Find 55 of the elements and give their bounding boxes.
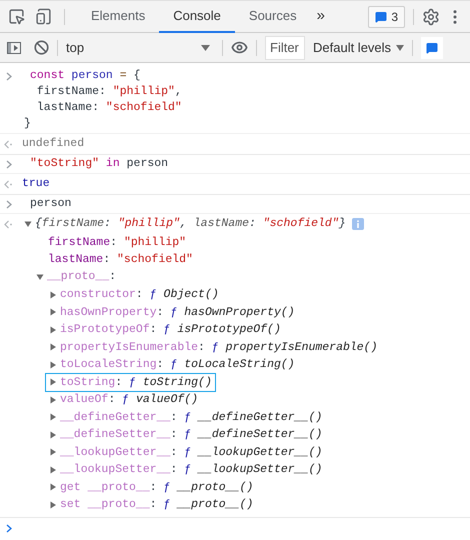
more-tabs-button[interactable]: » <box>312 5 329 28</box>
prompt-icon <box>6 160 12 168</box>
expand-triangle-icon[interactable] <box>49 396 57 404</box>
result-value: undefined <box>22 136 84 152</box>
prompt-icon <box>6 524 12 533</box>
prototype-member[interactable]: valueOf: ƒ valueOf() <box>46 391 202 408</box>
result-arrow-icon <box>4 180 13 188</box>
device-icon[interactable] <box>35 8 52 25</box>
panel-tab[interactable]: Elements <box>77 0 160 33</box>
dropdown-caret-icon <box>201 44 210 50</box>
result-arrow-icon <box>4 220 13 228</box>
code-line: "toString" in person <box>30 157 168 170</box>
expand-triangle-icon[interactable] <box>49 378 57 386</box>
code-line: person <box>30 197 72 210</box>
dropdown-caret-icon <box>396 44 404 50</box>
expand-triangle-icon[interactable] <box>49 483 57 492</box>
code-line: lastName: "schofield" <box>36 101 182 114</box>
inspect-icon[interactable] <box>8 8 25 25</box>
expand-triangle-icon[interactable] <box>49 466 57 474</box>
panel-tab[interactable]: Sources <box>234 0 311 33</box>
expand-triangle-icon[interactable] <box>49 500 57 509</box>
context-select[interactable]: top <box>66 36 214 58</box>
expand-triangle-icon[interactable] <box>49 308 57 316</box>
object-summary: {firstName: "phillip", lastName: "schofield"} <box>35 216 346 232</box>
result-arrow-icon <box>4 140 13 148</box>
property: lastName: "schofield" <box>48 252 193 268</box>
message-icon <box>375 10 388 22</box>
code-line: firstName: "phillip", <box>36 85 182 98</box>
expand-triangle-icon[interactable] <box>49 413 57 422</box>
proto-label[interactable]: __proto__: <box>47 268 116 286</box>
expand-triangle-icon[interactable] <box>49 326 57 334</box>
prompt-icon <box>6 200 12 208</box>
expand-triangle-icon[interactable] <box>49 430 57 439</box>
filter-field[interactable]: Filter <box>265 36 305 60</box>
code-line: } <box>24 117 31 130</box>
result-value: true <box>22 176 50 192</box>
expand-triangle-icon[interactable] <box>49 360 57 369</box>
live-expression-icon[interactable] <box>231 39 248 56</box>
code-line: const person = { <box>30 69 140 82</box>
expand-triangle-icon[interactable] <box>49 343 57 352</box>
clear-console-icon[interactable] <box>34 40 49 55</box>
messages-badge[interactable]: 3 <box>368 6 405 28</box>
message-icon <box>426 42 438 54</box>
member-text: valueOf: ƒ valueOf() <box>60 392 198 408</box>
expand-triangle-icon[interactable] <box>49 290 57 299</box>
prototype-member[interactable]: toString: ƒ toString() <box>46 374 215 391</box>
collapse-triangle-icon[interactable] <box>36 273 44 281</box>
prompt-icon <box>6 72 12 80</box>
member-text: toString: ƒ toString() <box>60 374 212 391</box>
expand-triangle-icon[interactable] <box>49 448 57 456</box>
collapse-triangle-icon[interactable] <box>24 220 32 228</box>
levels-dropdown[interactable]: Default levels <box>313 38 404 58</box>
message-filter-button[interactable] <box>421 36 444 58</box>
settings-icon[interactable] <box>422 8 440 26</box>
property: firstName: "phillip" <box>48 234 186 251</box>
